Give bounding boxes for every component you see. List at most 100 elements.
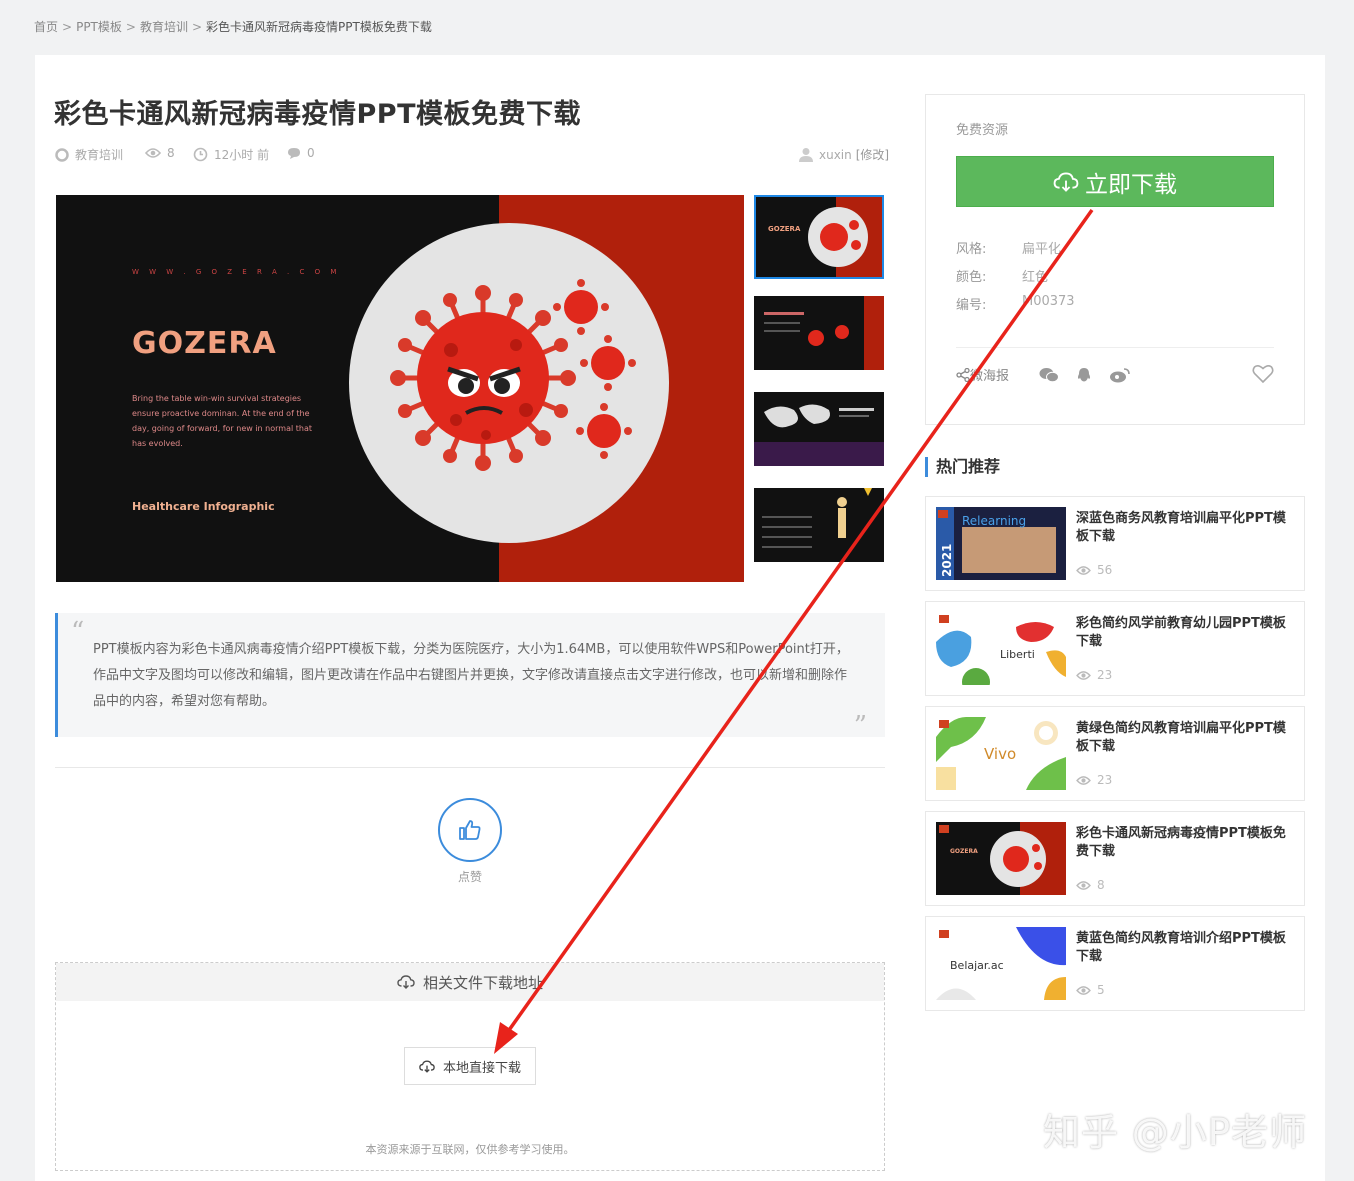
clock-icon bbox=[193, 147, 208, 162]
qq-icon[interactable] bbox=[1077, 367, 1091, 383]
breadcrumb-home[interactable]: 首页 bbox=[34, 20, 58, 34]
open-quote-icon: “ bbox=[71, 617, 85, 647]
favorite-heart-icon[interactable] bbox=[1252, 364, 1274, 384]
hot-recommend-title: 热门推荐 bbox=[925, 457, 1000, 477]
hot-item-5-views-count: 5 bbox=[1097, 983, 1105, 997]
weibo-icon[interactable] bbox=[1109, 367, 1131, 383]
prop-color: 颜色: 红色 bbox=[956, 266, 1048, 285]
hot-item-2-views-count: 23 bbox=[1097, 668, 1113, 682]
meta-views: 8 bbox=[145, 146, 175, 160]
like-label: 点赞 bbox=[457, 870, 482, 884]
prop-style-label: 风格: bbox=[956, 242, 987, 257]
thumbnail-2[interactable] bbox=[754, 296, 884, 370]
thumbnail-2-image bbox=[754, 296, 884, 370]
cloud-download-icon bbox=[1053, 171, 1079, 192]
preview-url-text: W W W . G O Z E R A . C O M bbox=[132, 268, 341, 276]
thumbnail-4[interactable] bbox=[754, 488, 884, 562]
breadcrumb-separator: > bbox=[191, 20, 203, 34]
thumbnail-3-image bbox=[754, 392, 884, 466]
share-icon[interactable] bbox=[956, 367, 970, 382]
hot-item-2[interactable]: Liberti 彩色简约风学前教育幼儿园PPT模板下载 23 bbox=[925, 601, 1305, 696]
hot-item-5-thumb-text: Belajar.ac bbox=[950, 959, 1004, 972]
eye-icon bbox=[1076, 775, 1091, 785]
thumbs-up-icon bbox=[459, 820, 481, 840]
breadcrumb: 首页 > PPT模板 > 教育培训 > 彩色卡通风新冠病毒疫情PPT模板免费下载 bbox=[34, 18, 432, 35]
prop-style-value: 扁平化 bbox=[1022, 242, 1062, 257]
download-card: 免费资源 立即下载 风格: 扁平化 颜色: 红色 编号: M00373 微海报 bbox=[925, 94, 1305, 425]
preview-image[interactable]: W W W . G O Z E R A . C O M GOZERA Bring… bbox=[56, 195, 744, 582]
zhihu-watermark: 知乎 @小P老师 bbox=[1043, 1111, 1308, 1154]
breadcrumb-separator: > bbox=[62, 20, 73, 34]
preview-subtitle: Healthcare Infographic bbox=[132, 500, 275, 513]
prop-id-value: M00373 bbox=[1022, 294, 1075, 309]
meta-category[interactable]: 教育培训 bbox=[55, 146, 123, 163]
hot-item-4-views-count: 8 bbox=[1097, 878, 1105, 892]
download-now-label: 立即下载 bbox=[1085, 171, 1177, 198]
meta-comments[interactable]: 0 bbox=[287, 146, 315, 160]
local-download-button[interactable]: 本地直接下载 bbox=[404, 1047, 536, 1085]
prop-color-value: 红色 bbox=[1022, 270, 1049, 285]
eye-icon bbox=[145, 148, 161, 158]
hot-item-1-year: 2021 bbox=[940, 544, 954, 577]
divider bbox=[55, 767, 885, 768]
eye-icon bbox=[1076, 670, 1091, 680]
close-quote-icon: ” bbox=[853, 711, 867, 741]
hot-item-3[interactable]: Vivo 黄绿色简约风教育培训扁平化PPT模板下载 23 bbox=[925, 706, 1305, 801]
comments-count: 0 bbox=[307, 146, 315, 160]
hot-item-3-views-count: 23 bbox=[1097, 773, 1113, 787]
hot-item-3-thumbnail: Vivo bbox=[936, 717, 1066, 790]
hot-item-4-title[interactable]: 彩色卡通风新冠病毒疫情PPT模板免费下载 bbox=[1076, 825, 1291, 861]
category-icon bbox=[55, 147, 69, 162]
poster-share-label[interactable]: 微海报 bbox=[970, 365, 1009, 384]
hot-item-5-views: 5 bbox=[1076, 983, 1105, 997]
wechat-icon[interactable] bbox=[1039, 367, 1060, 383]
hot-item-1-thumb-text: Relearning bbox=[962, 514, 1026, 528]
breadcrumb-current: 彩色卡通风新冠病毒疫情PPT模板免费下载 bbox=[206, 20, 432, 34]
hot-item-1-views: 56 bbox=[1076, 563, 1112, 577]
cloud-download-icon bbox=[397, 975, 415, 989]
hot-item-1-views-count: 56 bbox=[1097, 563, 1113, 577]
hot-item-1-thumbnail: Relearning 2021 bbox=[936, 507, 1066, 580]
author-name[interactable]: xuxin bbox=[819, 148, 852, 162]
hot-item-5[interactable]: Belajar.ac 黄蓝色简约风教育培训介绍PPT模板下载 5 bbox=[925, 916, 1305, 1011]
hot-item-1[interactable]: Relearning 2021 深蓝色商务风教育培训扁平化PPT模板下载 56 bbox=[925, 496, 1305, 591]
comment-icon bbox=[288, 147, 300, 159]
hot-item-2-thumbnail: Liberti bbox=[936, 612, 1066, 685]
hot-item-3-views: 23 bbox=[1076, 773, 1112, 787]
download-box: 相关文件下载地址 本地直接下载 本资源来源于互联网，仅供参考学习使用。 bbox=[55, 962, 885, 1171]
preview-brand: GOZERA bbox=[132, 326, 277, 361]
like-button[interactable] bbox=[438, 798, 502, 862]
breadcrumb-ppt-templates[interactable]: PPT模板 bbox=[76, 20, 122, 34]
hot-item-2-title[interactable]: 彩色简约风学前教育幼儿园PPT模板下载 bbox=[1076, 615, 1291, 651]
hot-item-4[interactable]: GOZERA 彩色卡通风新冠病毒疫情PPT模板免费下载 8 bbox=[925, 811, 1305, 906]
thumbnail-4-image bbox=[754, 488, 884, 562]
hot-item-4-thumb-text: GOZERA bbox=[950, 848, 978, 855]
prop-color-label: 颜色: bbox=[956, 270, 987, 285]
prop-id-label: 编号: bbox=[956, 298, 987, 313]
thumbnail-3[interactable] bbox=[754, 392, 884, 466]
preview-description: Bring the table win-win survival strateg… bbox=[132, 394, 312, 448]
breadcrumb-separator: > bbox=[125, 20, 136, 34]
hot-item-4-thumbnail: GOZERA bbox=[936, 822, 1066, 895]
views-count: 8 bbox=[167, 146, 175, 160]
hot-item-5-title[interactable]: 黄蓝色简约风教育培训介绍PPT模板下载 bbox=[1076, 930, 1291, 966]
hot-item-3-title[interactable]: 黄绿色简约风教育培训扁平化PPT模板下载 bbox=[1076, 720, 1291, 756]
sidebar-divider bbox=[956, 347, 1274, 348]
free-resource-label: 免费资源 bbox=[956, 123, 1009, 138]
breadcrumb-education[interactable]: 教育培训 bbox=[140, 20, 188, 34]
eye-icon bbox=[1076, 880, 1091, 890]
cloud-download-icon bbox=[419, 1059, 435, 1073]
hot-item-5-thumbnail: Belajar.ac bbox=[936, 927, 1066, 1000]
download-box-heading: 相关文件下载地址 bbox=[422, 973, 543, 992]
hot-item-4-views: 8 bbox=[1076, 878, 1105, 892]
hot-item-3-thumb-text: Vivo bbox=[984, 745, 1016, 763]
download-now-button[interactable]: 立即下载 bbox=[956, 156, 1274, 207]
edit-link[interactable]: [修改] bbox=[856, 146, 889, 163]
local-download-label: 本地直接下载 bbox=[442, 1060, 521, 1076]
thumbnail-1-image: GOZERA bbox=[756, 197, 882, 277]
thumbnail-1[interactable]: GOZERA bbox=[754, 195, 884, 279]
eye-icon bbox=[1076, 985, 1091, 995]
download-note: 本资源来源于互联网，仅供参考学习使用。 bbox=[365, 1143, 575, 1156]
prop-style: 风格: 扁平化 bbox=[956, 238, 1061, 257]
hot-item-1-title[interactable]: 深蓝色商务风教育培训扁平化PPT模板下载 bbox=[1076, 510, 1291, 546]
